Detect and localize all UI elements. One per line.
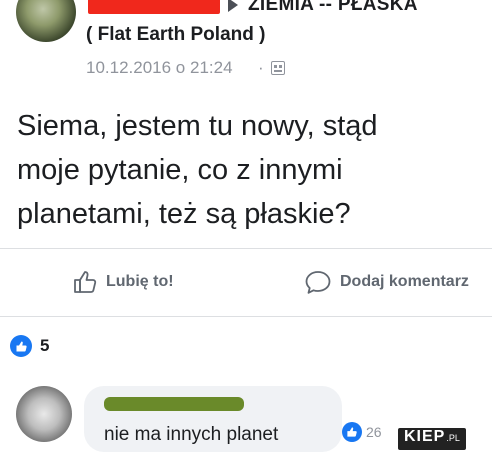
group-audience-icon [271,61,285,75]
redacted-author-name [88,0,220,14]
reactions-summary[interactable]: 5 [10,335,49,357]
divider-top [0,248,492,249]
meta-separator: · [258,58,264,77]
like-label: Lubię to! [106,273,174,290]
thumbs-up-icon [72,269,98,295]
post-header: ZIEMIA -- PŁASKA ( Flat Earth Poland ) 1… [0,0,492,92]
comment-label: Dodaj komentarz [340,273,469,290]
speech-bubble-icon [304,269,332,295]
like-button[interactable]: Lubię to! [72,264,174,300]
comment-button[interactable]: Dodaj komentarz [304,264,469,300]
divider-bottom [0,316,492,317]
reaction-count: 5 [40,336,50,355]
group-subtitle[interactable]: ( Flat Earth Poland ) [86,24,265,46]
comment-reactions[interactable]: 26 [342,422,382,442]
comment-like-icon [342,422,362,442]
group-name-link[interactable]: ZIEMIA -- PŁASKA [248,0,418,16]
post-text: Siema, jestem tu nowy, stąd moje pytanie… [17,110,378,230]
post-timestamp[interactable]: 10.12.2016 o 21:24 [86,58,233,78]
site-watermark: KIEP .PL [398,428,466,450]
author-avatar[interactable] [16,0,76,42]
comment-text: nie ma innych planet [104,424,279,445]
commenter-avatar[interactable] [16,386,72,442]
arrow-right-icon [228,0,238,12]
watermark-main: KIEP [404,428,446,445]
redacted-commenter-name [104,397,244,411]
comment-reaction-count: 26 [366,424,382,440]
watermark-suffix: .PL [446,433,460,443]
like-reaction-icon [10,335,32,357]
